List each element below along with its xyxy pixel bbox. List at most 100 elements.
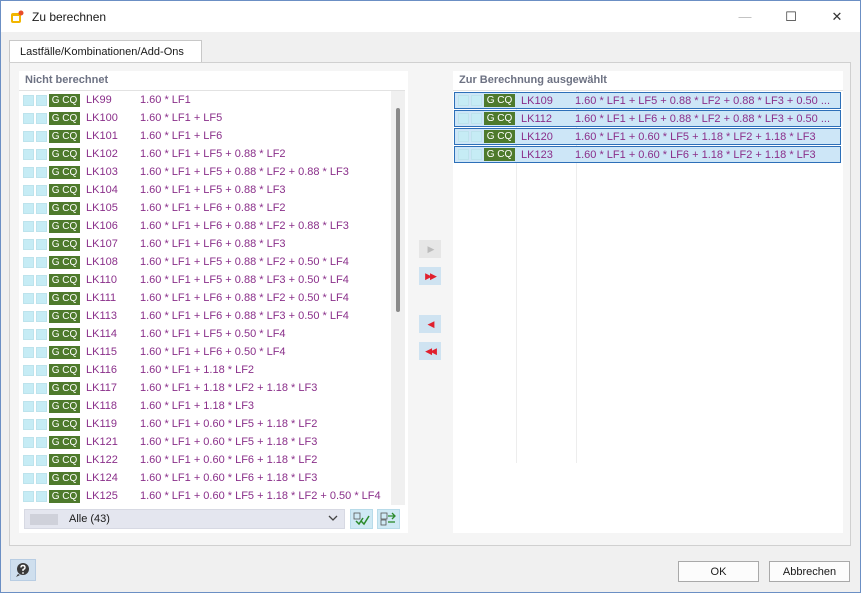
list-item[interactable]: G CQ LK107 1.60 * LF1 + LF6 + 0.88 * LF3 (19, 235, 391, 253)
status-square (36, 346, 47, 358)
status-square (458, 113, 469, 124)
tab-loadcases[interactable]: Lastfälle/Kombinationen/Add-Ons (9, 40, 202, 62)
combination-name: LK115 (86, 346, 117, 358)
list-item[interactable]: G CQ LK118 1.60 * LF1 + 1.18 * LF3 (19, 397, 391, 415)
list-item[interactable]: G CQ LK124 1.60 * LF1 + 0.60 * LF6 + 1.18 … (19, 469, 391, 487)
type-badge: G CQ (49, 273, 80, 287)
list-item[interactable]: G CQ LK116 1.60 * LF1 + 1.18 * LF2 (19, 361, 391, 379)
cancel-button[interactable]: Abbrechen (769, 561, 850, 582)
combination-name: LK102 (86, 148, 118, 160)
list-item[interactable]: G CQ LK121 1.60 * LF1 + 0.60 * LF5 + 1.18 … (19, 433, 391, 451)
selected-list-item[interactable]: G CQ LK123 1.60 * LF1 + 0.60 * LF6 + 1.18 … (454, 146, 841, 163)
status-square (23, 454, 34, 466)
minimize-button[interactable]: — (722, 1, 768, 32)
list-item[interactable]: G CQ LK108 1.60 * LF1 + LF5 + 0.88 * LF2 +… (19, 253, 391, 271)
selected-list-item[interactable]: G CQ LK109 1.60 * LF1 + LF5 + 0.88 * LF2 +… (454, 92, 841, 109)
status-square (23, 130, 34, 142)
list-item[interactable]: G CQ LK101 1.60 * LF1 + LF6 (19, 127, 391, 145)
status-square (458, 131, 469, 142)
combination-formula: 1.60 * LF1 + 0.60 * LF5 + 1.18 * LF2 (140, 418, 318, 430)
type-badge: G CQ (49, 111, 80, 125)
combination-formula: 1.60 * LF1 + LF5 + 0.50 * LF4 (140, 328, 286, 340)
status-square (23, 112, 34, 124)
list-item[interactable]: G CQ LK122 1.60 * LF1 + 0.60 * LF6 + 1.18 … (19, 451, 391, 469)
combination-formula: 1.60 * LF1 + 0.60 * LF5 + 1.18 * LF2 + 0… (140, 490, 381, 502)
status-square (23, 220, 34, 232)
status-square (23, 382, 34, 394)
list-item[interactable]: G CQ LK103 1.60 * LF1 + LF5 + 0.88 * LF2 +… (19, 163, 391, 181)
selected-list-item[interactable]: G CQ LK112 1.60 * LF1 + LF6 + 0.88 * LF2 +… (454, 110, 841, 127)
list-item[interactable]: G CQ LK115 1.60 * LF1 + LF6 + 0.50 * LF4 (19, 343, 391, 361)
status-square (36, 238, 47, 250)
status-square (23, 346, 34, 358)
status-square (36, 184, 47, 196)
list-item[interactable]: G CQ LK100 1.60 * LF1 + LF5 (19, 109, 391, 127)
scrollbar-thumb[interactable] (396, 108, 400, 312)
filter-dropdown[interactable]: Alle (43) (24, 509, 345, 529)
status-square (23, 166, 34, 178)
help-button[interactable] (10, 559, 36, 581)
maximize-button[interactable]: ☐ (768, 1, 814, 32)
type-badge: G CQ (49, 183, 80, 197)
list-item[interactable]: G CQ LK105 1.60 * LF1 + LF6 + 0.88 * LF2 (19, 199, 391, 217)
status-square (36, 166, 47, 178)
type-badge: G CQ (49, 381, 80, 395)
combination-formula: 1.60 * LF1 + 0.60 * LF6 + 1.18 * LF3 (140, 472, 318, 484)
swap-selection-icon (380, 512, 396, 526)
combination-name: LK114 (86, 328, 117, 340)
combination-name: LK118 (86, 400, 117, 412)
not-calculated-list[interactable]: G CQ LK125 1.60 * LF1 + 0.60 * LF5 + 1.18 … (19, 90, 405, 505)
list-item[interactable]: G CQ LK119 1.60 * LF1 + 0.60 * LF5 + 1.18 … (19, 415, 391, 433)
check-all-icon (353, 512, 370, 526)
type-badge: G CQ (49, 291, 80, 305)
combination-name: LK110 (86, 274, 117, 286)
list-item[interactable]: G CQ LK102 1.60 * LF1 + LF5 + 0.88 * LF2 (19, 145, 391, 163)
list-item[interactable]: G CQ LK125 1.60 * LF1 + 0.60 * LF5 + 1.18 … (19, 487, 391, 505)
type-badge: G CQ (49, 255, 80, 269)
combination-name: LK124 (86, 472, 118, 484)
list-item[interactable]: G CQ LK110 1.60 * LF1 + LF5 + 0.88 * LF3 +… (19, 271, 391, 289)
status-square (23, 256, 34, 268)
combination-name: LK121 (86, 436, 118, 448)
status-square (23, 184, 34, 196)
add-selected-button[interactable]: ▶ (419, 240, 441, 258)
status-square (36, 148, 47, 160)
list-item[interactable]: G CQ LK104 1.60 * LF1 + LF5 + 0.88 * LF3 (19, 181, 391, 199)
close-button[interactable]: ✕ (814, 1, 860, 32)
app-icon (11, 10, 24, 23)
combination-name: LK116 (86, 364, 117, 376)
list-item[interactable]: G CQ LK114 1.60 * LF1 + LF5 + 0.50 * LF4 (19, 325, 391, 343)
remove-selected-button[interactable]: ◀ (419, 315, 441, 333)
toggle-selection-button[interactable] (377, 509, 400, 529)
vertical-scrollbar[interactable] (391, 91, 405, 505)
ok-button[interactable]: OK (678, 561, 759, 582)
select-all-button[interactable] (350, 509, 373, 529)
type-badge: G CQ (49, 363, 80, 377)
window-title: Zu berechnen (32, 9, 107, 24)
selected-list-item[interactable]: G CQ LK120 1.60 * LF1 + 0.60 * LF5 + 1.18 … (454, 128, 841, 145)
status-square (36, 382, 47, 394)
combination-name: LK103 (86, 166, 118, 178)
combination-name: LK113 (86, 310, 117, 322)
list-item[interactable]: G CQ LK111 1.60 * LF1 + LF6 + 0.88 * LF2 +… (19, 289, 391, 307)
type-badge: G CQ (49, 345, 80, 359)
status-square (36, 112, 47, 124)
combination-name: LK108 (86, 256, 118, 268)
filter-swatch (30, 513, 58, 525)
combination-formula: 1.60 * LF1 + 0.60 * LF5 + 1.18 * LF3 (140, 436, 318, 448)
remove-all-button[interactable]: ◀◀ (419, 342, 441, 360)
status-square (23, 490, 34, 502)
combination-formula: 1.60 * LF1 + LF5 (140, 112, 223, 124)
combination-formula: 1.60 * LF1 + LF5 + 0.88 * LF3 + 0.50 * L… (140, 274, 349, 286)
combination-formula: 1.60 * LF1 + 0.60 * LF5 + 1.18 * LF2 + 1… (575, 130, 816, 143)
combination-formula: 1.60 * LF1 + LF5 + 0.88 * LF2 + 0.88 * L… (575, 94, 831, 107)
status-square (36, 256, 47, 268)
list-item[interactable]: G CQ LK117 1.60 * LF1 + 1.18 * LF2 + 1.18 … (19, 379, 391, 397)
add-all-button[interactable]: ▶▶ (419, 267, 441, 285)
list-item[interactable]: G CQ LK99 1.60 * LF1 (19, 91, 391, 109)
list-item[interactable]: G CQ LK106 1.60 * LF1 + LF6 + 0.88 * LF2 +… (19, 217, 391, 235)
list-item[interactable]: G CQ LK113 1.60 * LF1 + LF6 + 0.88 * LF3 +… (19, 307, 391, 325)
combination-name: LK107 (86, 238, 118, 250)
status-square (36, 202, 47, 214)
selected-list[interactable]: G CQ LK109 1.60 * LF1 + LF5 + 0.88 * LF2 +… (453, 90, 843, 533)
